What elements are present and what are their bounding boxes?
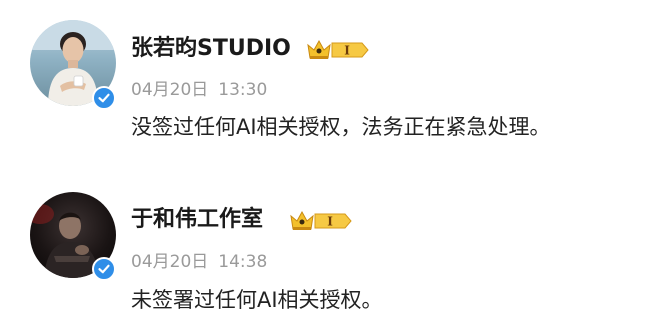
weibo-post: 于和伟工作室 I 04月20日 14:38 未签署过任何AI相关授权。: [0, 165, 660, 330]
verified-check-icon: [92, 257, 116, 281]
svg-text:I: I: [327, 215, 333, 229]
vip-crown-badge-icon[interactable]: I: [306, 38, 370, 62]
weibo-post: 张若昀STUDIO I 04月20日 13:30 没签过任何AI相关授权，法务正在…: [0, 0, 660, 165]
post-meta: 04月20日 13:30: [131, 79, 267, 101]
post-meta: 04月20日 14:38: [131, 251, 267, 273]
account-name[interactable]: 张若昀STUDIO: [131, 34, 291, 64]
post-content: 未签署过任何AI相关授权。: [131, 288, 383, 312]
post-content: 没签过任何AI相关授权，法务正在紧急处理。: [131, 115, 551, 139]
post-time: 14:38: [218, 252, 268, 272]
verified-check-icon: [92, 86, 116, 110]
account-name[interactable]: 于和伟工作室: [131, 205, 263, 235]
svg-text:I: I: [344, 44, 350, 58]
post-date: 04月20日: [131, 252, 209, 272]
vip-crown-badge-icon[interactable]: I: [289, 209, 353, 233]
post-date: 04月20日: [131, 80, 209, 100]
post-time: 13:30: [218, 80, 268, 100]
